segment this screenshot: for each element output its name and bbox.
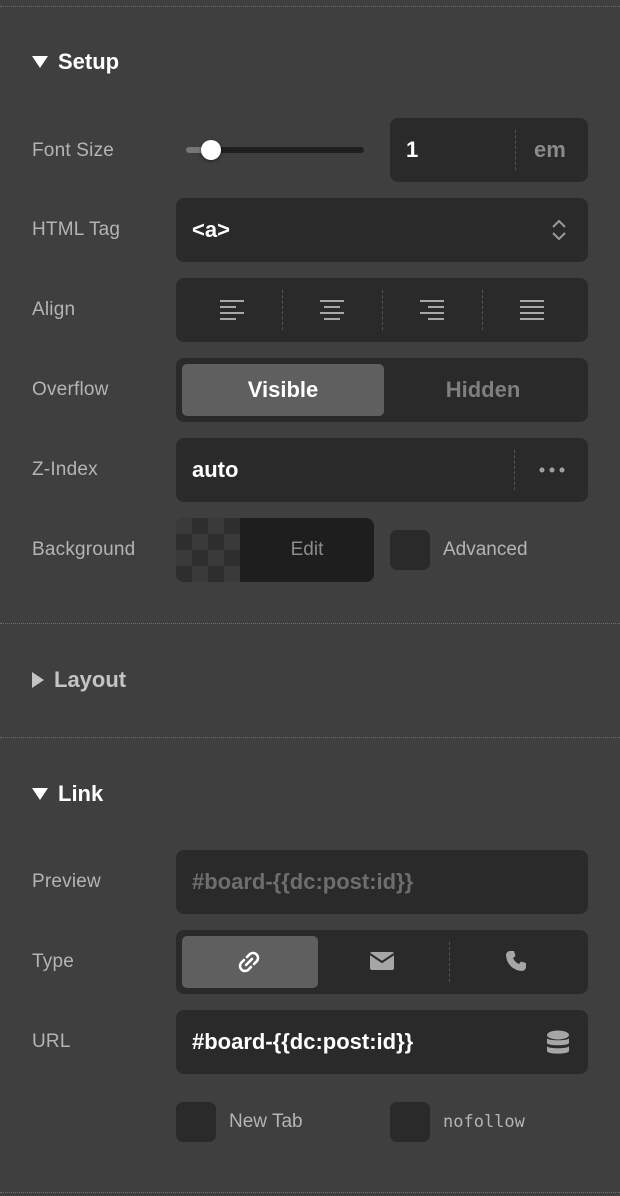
html-tag-select[interactable]: <a>: [176, 198, 588, 262]
link-icon[interactable]: [235, 949, 263, 975]
link-section-title: Link: [58, 781, 104, 806]
caret-right-icon: [32, 672, 44, 688]
caret-down-icon: [32, 56, 48, 68]
font-size-unit[interactable]: em: [534, 118, 566, 182]
field-separator: [514, 450, 515, 490]
section-divider: [0, 737, 620, 738]
select-chevrons-icon: [552, 219, 566, 241]
html-tag-label: HTML Tag: [32, 219, 121, 240]
link-type-toggle: [176, 930, 588, 994]
url-label: URL: [32, 1031, 71, 1052]
mail-icon[interactable]: [370, 952, 394, 970]
layout-section-header[interactable]: Layout: [32, 665, 126, 695]
overflow-label: Overflow: [32, 379, 109, 400]
overflow-hidden-option[interactable]: Hidden: [384, 364, 582, 416]
transparency-swatch[interactable]: [176, 518, 240, 582]
nofollow-checkbox[interactable]: [390, 1102, 430, 1142]
align-separator: [282, 290, 283, 330]
align-center-icon[interactable]: [320, 300, 344, 320]
advanced-label: Advanced: [443, 539, 528, 560]
align-label: Align: [32, 299, 76, 320]
overflow-visible-option[interactable]: Visible: [182, 364, 384, 416]
overflow-toggle: Visible Hidden: [176, 358, 588, 422]
url-field[interactable]: #board-{{dc:post:id}}: [176, 1010, 588, 1074]
section-divider: [0, 623, 620, 624]
font-size-label: Font Size: [32, 140, 115, 161]
preview-label: Preview: [32, 871, 101, 892]
background-label: Background: [32, 539, 136, 560]
align-separator: [482, 290, 483, 330]
align-justify-icon[interactable]: [520, 300, 544, 320]
layout-section-title: Layout: [54, 667, 127, 692]
dynamic-content-database-icon[interactable]: [546, 1030, 570, 1056]
top-divider: [0, 6, 620, 7]
setup-section-title: Setup: [58, 49, 120, 74]
preview-field: #board-{{dc:post:id}}: [176, 850, 588, 914]
caret-down-icon: [32, 788, 48, 800]
bottom-divider: [0, 1192, 620, 1193]
font-size-field[interactable]: 1 em: [390, 118, 588, 182]
font-size-input[interactable]: 1: [406, 118, 418, 182]
new-tab-checkbox[interactable]: [176, 1102, 216, 1142]
background-picker[interactable]: Edit: [176, 518, 374, 582]
type-separator: [449, 942, 450, 982]
type-label: Type: [32, 951, 74, 972]
preview-value: #board-{{dc:post:id}}: [192, 869, 414, 894]
z-index-label: Z-Index: [32, 459, 98, 480]
align-right-icon[interactable]: [420, 300, 444, 320]
background-edit-button[interactable]: Edit: [240, 518, 374, 582]
nofollow-label: nofollow: [443, 1112, 525, 1132]
setup-section-header[interactable]: Setup: [32, 47, 119, 77]
more-icon[interactable]: [538, 466, 566, 474]
html-tag-value: <a>: [192, 217, 230, 242]
z-index-input[interactable]: auto: [192, 438, 238, 502]
align-separator: [382, 290, 383, 330]
field-separator: [515, 130, 516, 170]
url-input[interactable]: #board-{{dc:post:id}}: [192, 1010, 413, 1074]
advanced-checkbox[interactable]: [390, 530, 430, 570]
phone-icon[interactable]: [504, 949, 528, 973]
slider-thumb[interactable]: [200, 140, 221, 160]
new-tab-label: New Tab: [229, 1111, 303, 1132]
align-button-group: [176, 278, 588, 342]
link-section-header[interactable]: Link: [32, 779, 103, 809]
z-index-field[interactable]: auto: [176, 438, 588, 502]
align-left-icon[interactable]: [220, 300, 244, 320]
